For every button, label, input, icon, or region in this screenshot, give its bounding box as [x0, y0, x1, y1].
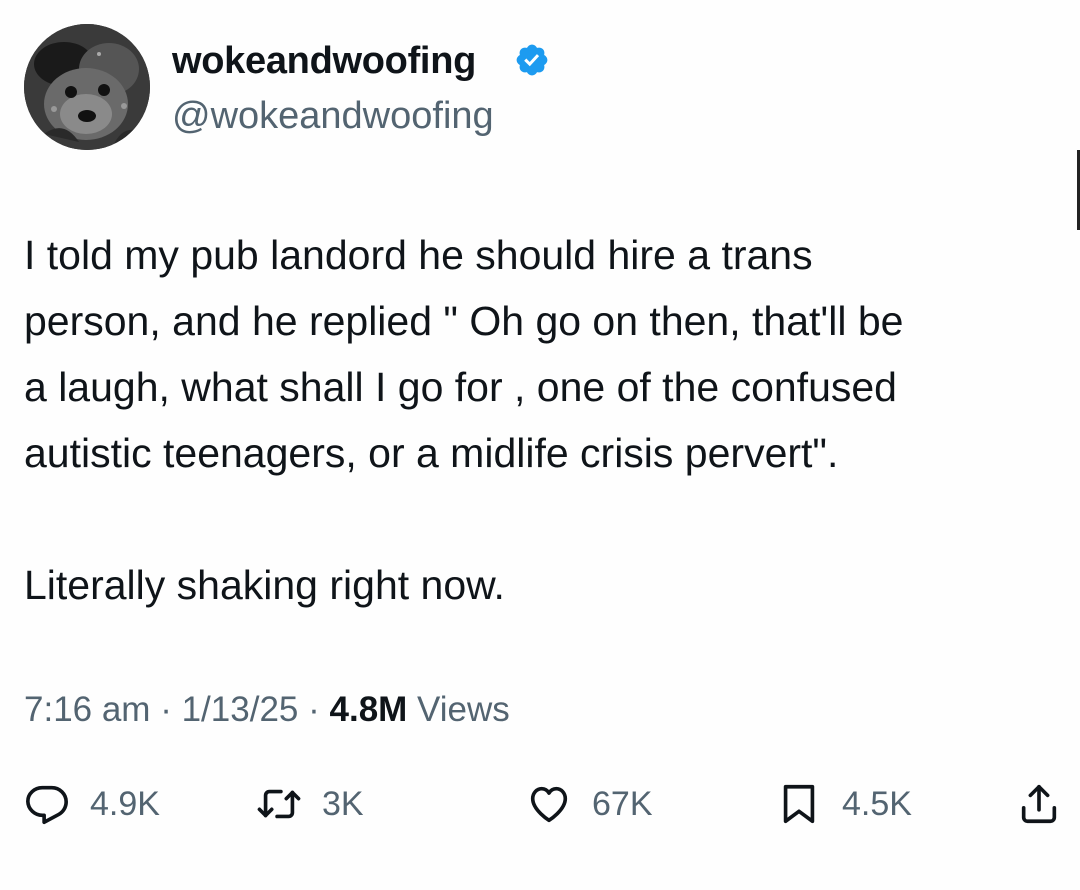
user-handle[interactable]: @wokeandwoofing [172, 93, 494, 139]
bookmark-icon [783, 784, 815, 824]
tweet-date[interactable]: 1/13/25 [182, 690, 299, 729]
meta-separator: · [308, 690, 320, 729]
reply-count: 4.9K [90, 785, 160, 823]
views-count: 4.8M [329, 690, 408, 729]
bookmark-count: 4.5K [842, 785, 912, 823]
tweet-meta: 7:16 am · 1/13/25 · 4.8M Views [24, 688, 510, 732]
tweet-text-line: Literally shaking right now. [24, 562, 505, 608]
tweet-text-line: person, and he replied " Oh go on then, … [24, 298, 904, 344]
share-icon [1021, 784, 1057, 824]
bookmark-button[interactable]: 4.5K [776, 778, 912, 830]
tweet-text: I told my pub landord he should hire a t… [24, 222, 1054, 618]
verified-badge-icon[interactable] [514, 42, 550, 78]
heart-icon [530, 786, 568, 823]
share-button[interactable] [1016, 778, 1062, 830]
tweet-text-line: I told my pub landord he should hire a t… [24, 232, 813, 278]
retweet-icon [257, 789, 301, 819]
like-count: 67K [592, 785, 653, 823]
retweet-count: 3K [322, 785, 364, 823]
dog-avatar-icon [24, 24, 150, 150]
like-button[interactable]: 67K [526, 778, 653, 830]
avatar[interactable] [24, 24, 150, 150]
tweet-text-line: a laugh, what shall I go for , one of th… [24, 364, 897, 410]
meta-separator: · [160, 690, 172, 729]
tweet-time[interactable]: 7:16 am [24, 690, 150, 729]
tweet-text-line: autistic teenagers, or a midlife crisis … [24, 430, 839, 476]
retweet-button[interactable]: 3K [256, 778, 364, 830]
reply-icon [26, 785, 68, 825]
display-name[interactable]: wokeandwoofing [172, 38, 476, 84]
views-label: Views [417, 690, 510, 729]
reply-button[interactable]: 4.9K [24, 778, 160, 830]
